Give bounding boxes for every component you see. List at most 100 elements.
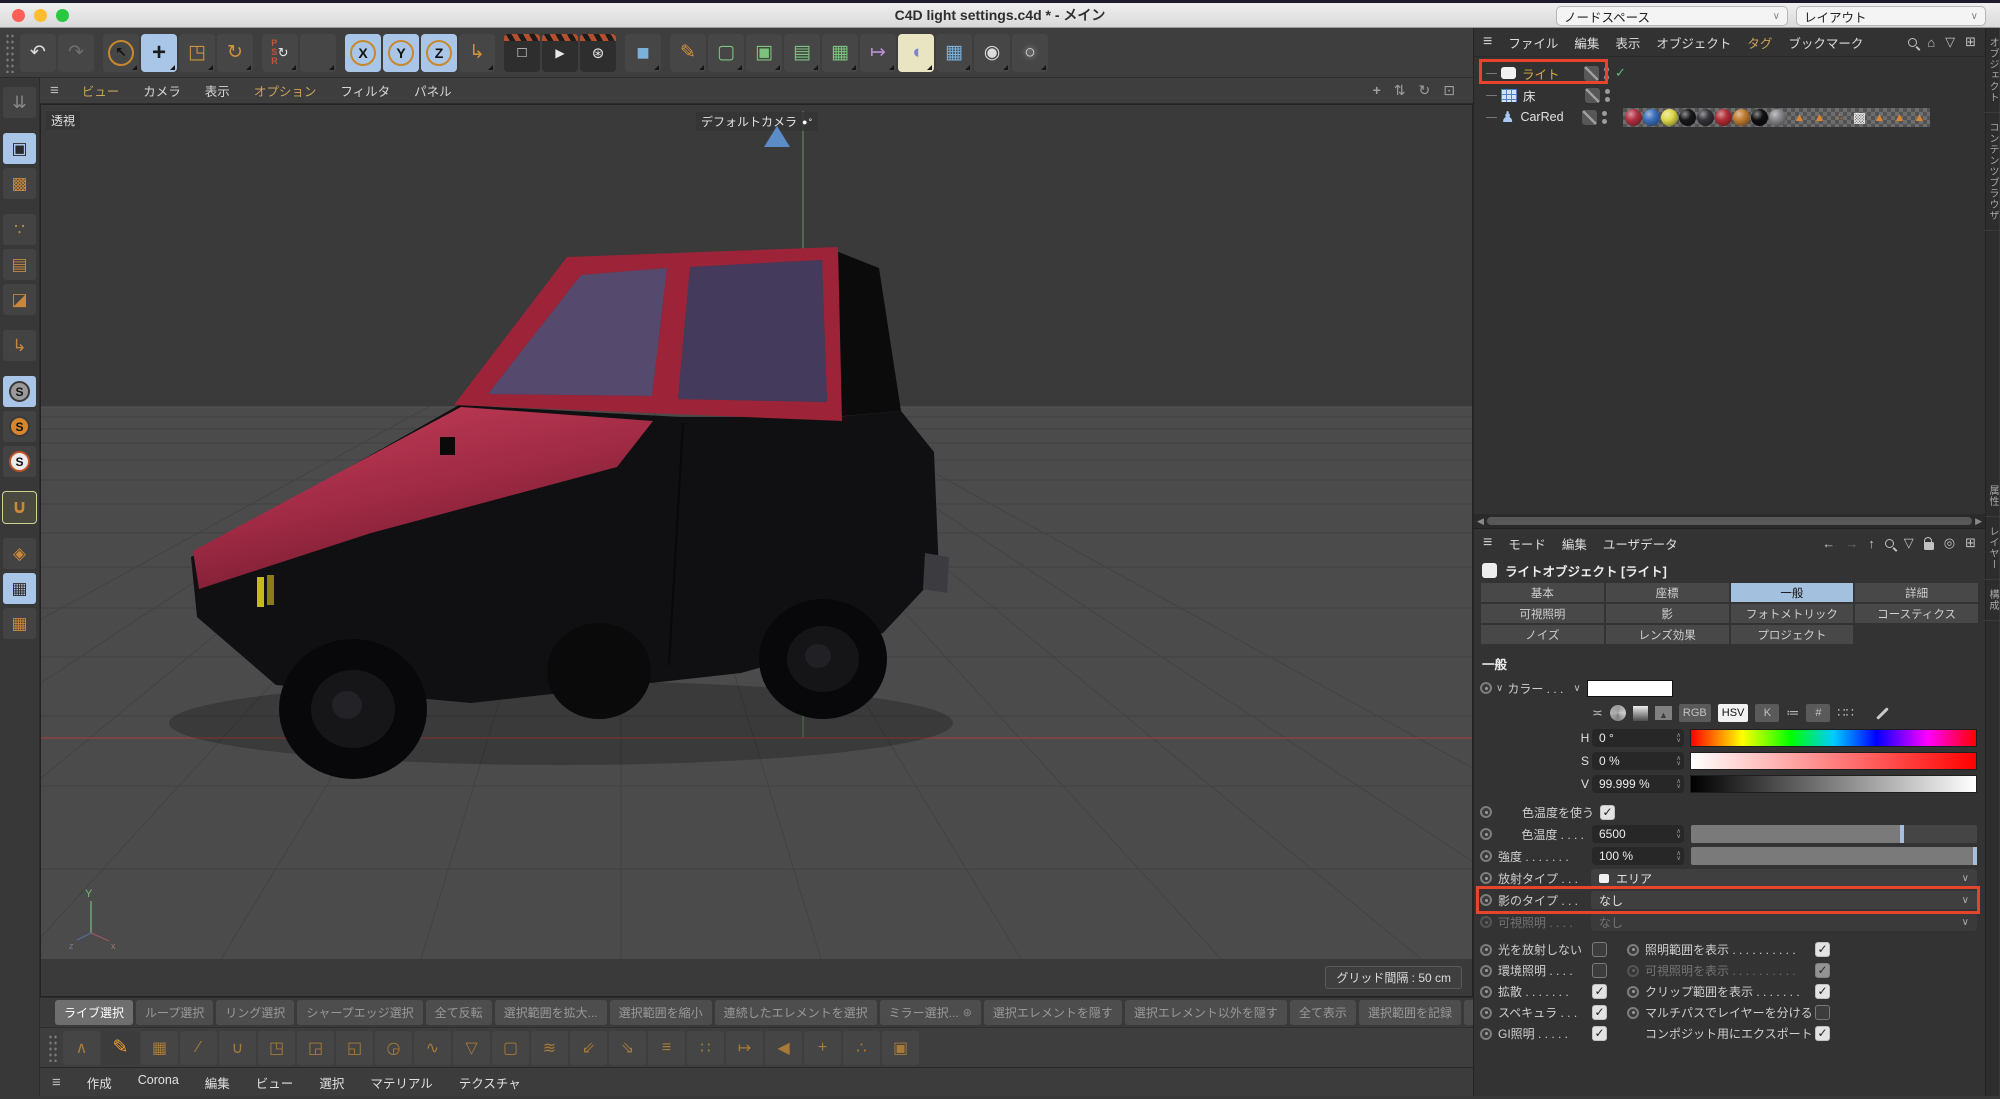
- modeling-tool-icon[interactable]: ▽: [453, 1031, 490, 1065]
- modeling-tool-icon[interactable]: ∧: [63, 1031, 100, 1065]
- keyframe-radio[interactable]: [1627, 1007, 1639, 1019]
- camera-label[interactable]: デフォルトカメラ ●°: [696, 112, 818, 131]
- dolly-view-icon[interactable]: ⇅: [1394, 82, 1406, 99]
- spline-modifier-button[interactable]: ↦: [860, 34, 896, 72]
- modeling-tool-icon[interactable]: ◱: [336, 1031, 373, 1065]
- selection-command-button[interactable]: ループ選択⊛: [136, 1000, 213, 1025]
- attribute-tab[interactable]: プロジェクト: [1731, 625, 1854, 644]
- chevron-down-icon[interactable]: ∨: [1573, 683, 1580, 694]
- material-swatch[interactable]: [1643, 109, 1660, 126]
- polygon-mode-icon[interactable]: ◪: [3, 284, 36, 315]
- extrude-generator-button[interactable]: ▣: [746, 34, 782, 72]
- modeling-tool-icon[interactable]: ◳: [258, 1031, 295, 1065]
- material-swatch[interactable]: [1769, 109, 1786, 126]
- option-checkbox[interactable]: [1592, 1026, 1607, 1041]
- redo-button[interactable]: ↷: [58, 34, 94, 72]
- keyframe-radio[interactable]: [1480, 872, 1492, 884]
- modeling-tool-icon[interactable]: ◲: [297, 1031, 334, 1065]
- option-checkbox[interactable]: [1815, 1026, 1830, 1041]
- subdivision-surface-button[interactable]: ▢: [708, 34, 744, 72]
- selection-command-button[interactable]: 選択エレメントを隠す⊛: [984, 1000, 1122, 1025]
- bottom-menu-item[interactable]: テクスチャ: [459, 1073, 521, 1092]
- up-icon[interactable]: ↑: [1868, 536, 1875, 551]
- add-icon[interactable]: ⊞: [1965, 535, 1976, 551]
- dock-tab[interactable]: オブジェクト: [1985, 28, 2000, 113]
- visibility-dots[interactable]: [1605, 89, 1610, 102]
- attribute-tab[interactable]: 基本: [1481, 583, 1604, 602]
- spline-pen-button[interactable]: ✎: [670, 34, 706, 72]
- keyframe-radio[interactable]: [1627, 965, 1639, 977]
- color-spectrum-icon[interactable]: [1633, 706, 1648, 721]
- slider-handle[interactable]: [1900, 825, 1904, 843]
- option-checkbox[interactable]: [1592, 1005, 1607, 1020]
- modeling-tool-icon[interactable]: ∷: [687, 1031, 724, 1065]
- attribute-tab[interactable]: 影: [1606, 604, 1729, 623]
- object-tag-icon[interactable]: ▲: [1890, 109, 1908, 126]
- modeling-tool-icon[interactable]: ≋: [531, 1031, 568, 1065]
- lock-workplane-icon[interactable]: ▦: [3, 573, 36, 604]
- object-manager-menu-item[interactable]: 編集: [1574, 33, 1599, 52]
- object-tag-icon[interactable]: ▩: [1850, 109, 1868, 126]
- compact-ui-icon[interactable]: ≍: [1592, 705, 1603, 721]
- modeling-tool-icon[interactable]: ⇘: [609, 1031, 646, 1065]
- attribute-tab[interactable]: 可視照明: [1481, 604, 1604, 623]
- stepper-icons[interactable]: ∧∨: [1676, 779, 1681, 789]
- object-row-car[interactable]: ♟ CarRed ▲▲∴▩▲▲▲: [1474, 106, 1985, 128]
- attribute-menu-icon[interactable]: ≡: [1483, 534, 1492, 552]
- scroll-right-icon[interactable]: ▶: [1975, 516, 1982, 527]
- viewport-menu-item[interactable]: パネル: [414, 81, 452, 100]
- dock-tab[interactable]: 構成: [1985, 580, 2000, 621]
- option-checkbox[interactable]: [1815, 942, 1830, 957]
- object-manager-menu-item[interactable]: 表示: [1615, 33, 1640, 52]
- axis-mode-icon[interactable]: ↳: [3, 330, 36, 361]
- add-primitive-button[interactable]: ■: [625, 34, 661, 72]
- dock-tab[interactable]: レイヤー: [1985, 517, 2000, 580]
- kelvin-mode-button[interactable]: K: [1755, 704, 1779, 722]
- selection-command-button[interactable]: 選択範囲を縮小⊛: [610, 1000, 712, 1025]
- projection-label[interactable]: 透視: [46, 111, 80, 130]
- selection-command-button[interactable]: 選択範囲を記録⊛: [1359, 1000, 1461, 1025]
- toggle-view-icon[interactable]: ⊡: [1443, 82, 1455, 99]
- modeling-tool-icon[interactable]: ◀: [765, 1031, 802, 1065]
- floor-object-button[interactable]: ▦: [936, 34, 972, 72]
- layout-select[interactable]: レイアウト∨: [1796, 6, 1986, 26]
- hex-mode-button[interactable]: #: [1806, 704, 1830, 722]
- intensity-input[interactable]: 100 %∧∨: [1592, 847, 1684, 865]
- object-tag-icon[interactable]: ∴: [1830, 109, 1848, 126]
- object-name[interactable]: ライト: [1522, 64, 1584, 83]
- object-tag-icon[interactable]: ▲: [1790, 109, 1808, 126]
- modeling-tool-icon[interactable]: ∪: [219, 1031, 256, 1065]
- selection-command-button[interactable]: リング選択⊛: [216, 1000, 294, 1025]
- selection-command-button[interactable]: 連続したエレメントを選択⊛: [715, 1000, 877, 1025]
- workplane-icon[interactable]: ◈: [3, 538, 36, 569]
- color-picture-icon[interactable]: ▲: [1655, 706, 1672, 720]
- live-selection-tool[interactable]: ↖: [103, 34, 139, 72]
- stepper-icons[interactable]: ∧∨: [1676, 851, 1681, 861]
- camera-object-button[interactable]: ◉: [974, 34, 1010, 72]
- align-workplane-icon[interactable]: ▦: [3, 608, 36, 639]
- dock-tab[interactable]: コンテンツブラウザ: [1985, 113, 2000, 231]
- swatches-mode-icon[interactable]: ∷∷: [1837, 705, 1854, 721]
- forward-icon[interactable]: →: [1845, 536, 1858, 551]
- y-axis-lock-button[interactable]: Y: [383, 34, 419, 72]
- mixer-mode-icon[interactable]: ≔: [1786, 705, 1799, 721]
- modeling-tool-icon[interactable]: ∴: [843, 1031, 880, 1065]
- viewport-canvas[interactable]: Y x z 透視 デフォルトカメラ ●° グリッド間隔 : 50 cm: [40, 104, 1473, 997]
- object-name[interactable]: 床: [1523, 86, 1585, 105]
- modeling-tool-icon[interactable]: ◶: [375, 1031, 412, 1065]
- bottom-menu-item[interactable]: Corona: [138, 1073, 179, 1092]
- model-mode-icon[interactable]: ▣: [3, 133, 36, 164]
- scroll-left-icon[interactable]: ◀: [1477, 516, 1484, 527]
- pan-view-icon[interactable]: +: [1373, 82, 1381, 99]
- saturation-input[interactable]: 0 %∧∨: [1592, 752, 1684, 770]
- object-manager-scrollbar[interactable]: ◀ ▶: [1474, 514, 1985, 528]
- texture-mode-icon[interactable]: ▩: [3, 168, 36, 199]
- keyframe-radio[interactable]: [1480, 682, 1492, 694]
- home-icon[interactable]: ⌂: [1927, 35, 1935, 50]
- keyframe-radio[interactable]: [1480, 828, 1492, 840]
- attribute-tab[interactable]: フォトメトリック: [1731, 604, 1854, 623]
- x-axis-lock-button[interactable]: X: [345, 34, 381, 72]
- keyframe-radio[interactable]: [1480, 965, 1492, 977]
- layer-toggle-icon[interactable]: [1582, 110, 1597, 125]
- slider-handle[interactable]: [1973, 847, 1977, 865]
